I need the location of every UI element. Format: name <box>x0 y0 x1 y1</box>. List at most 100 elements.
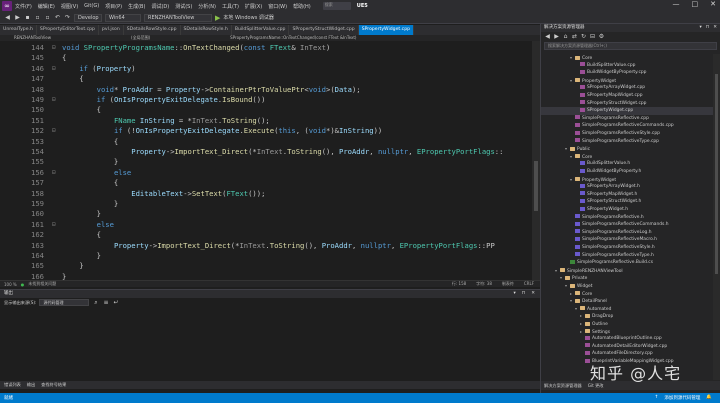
menu-item[interactable]: 扩展(X) <box>245 3 262 10</box>
code-line[interactable]: 148 void* ProAddr = Property->ContainerP… <box>0 85 530 95</box>
code-editor[interactable]: 144 ⊟ void SPropertyProgramsName::OnTextCh… <box>0 41 532 280</box>
tree-item[interactable]: ▾ DetailPanel <box>541 297 713 305</box>
pin-icon[interactable]: ▾ <box>699 24 701 32</box>
document-tab[interactable]: SPropertyEditorText.cpp <box>37 25 99 35</box>
add-to-source-control[interactable]: 添加到源代码管理 <box>664 395 700 401</box>
code-line[interactable]: 158 EditableText->SetText(FText()); <box>0 189 530 199</box>
code-line[interactable]: 159 } <box>0 199 530 209</box>
close-panel-icon[interactable]: ✕ <box>713 24 717 32</box>
settings-icon[interactable]: ⚙ <box>598 33 605 40</box>
tree-item[interactable]: SPropertyArrayWidget.h <box>541 183 713 191</box>
code-line[interactable]: 146 ⊟ if (Property) <box>0 64 530 74</box>
tree-item[interactable]: ▾ Core <box>541 153 713 161</box>
tree-item[interactable]: ▸ Settings <box>541 328 713 336</box>
menu-item[interactable]: 项目(P) <box>105 3 122 10</box>
search-box[interactable]: 搜索 <box>322 2 351 10</box>
dock-icon[interactable]: ⊓ <box>706 24 710 32</box>
tree-item[interactable]: SimpleProgramsReflective.h <box>541 214 713 222</box>
tree-item[interactable]: SimpleProgramsReflective.Build.cs <box>541 259 713 267</box>
code-line[interactable]: 144 ⊟ void SPropertyProgramsName::OnTextCh… <box>0 43 530 53</box>
fold-toggle-icon[interactable]: ⊟ <box>52 43 56 53</box>
fold-toggle-icon[interactable]: ⊟ <box>52 220 56 230</box>
close-panel-icon[interactable]: ✕ <box>531 290 535 298</box>
menu-item[interactable]: 调试(D) <box>151 3 169 10</box>
document-tab[interactable]: SPropertyWidget.cpp <box>358 25 415 35</box>
tree-item[interactable]: SPropertyStructWidget.h <box>541 198 713 206</box>
save-all-icon[interactable]: ▫ <box>44 14 51 21</box>
menu-item[interactable]: 视图(V) <box>61 3 78 10</box>
code-line[interactable]: 147 { <box>0 74 530 84</box>
tree-item[interactable]: SimpleProgramsReflectiveStyle.cpp <box>541 130 713 138</box>
editor-scroll-thumb[interactable] <box>534 161 538 211</box>
tree-item[interactable]: ▾ PropertyWidget <box>541 176 713 184</box>
document-tab[interactable]: pvl.json <box>99 25 124 35</box>
code-line[interactable]: 165 } <box>0 261 530 271</box>
tree-item[interactable]: SimpleProgramsReflectiveStyle.h <box>541 244 713 252</box>
back-icon[interactable]: ◀ <box>544 33 551 40</box>
collapse-all-icon[interactable]: ⊟ <box>589 33 596 40</box>
tab-solution-explorer[interactable]: 解决方案资源管理器 <box>544 381 582 390</box>
solution-search-input[interactable]: 搜索解决方案资源管理器(Ctrl+;) <box>544 42 717 50</box>
fold-toggle-icon[interactable]: ⊟ <box>52 168 56 178</box>
code-line[interactable]: 164 } <box>0 251 530 261</box>
sync-icon[interactable]: ⇄ <box>571 33 578 40</box>
fold-toggle-icon[interactable]: ⊟ <box>52 95 56 105</box>
menu-item[interactable]: 文件(F) <box>15 3 32 10</box>
fold-toggle-icon[interactable]: ⊟ <box>52 64 56 74</box>
tab-output[interactable]: 输出 <box>27 381 35 389</box>
code-line[interactable]: 151 FName InString = *InText.ToString(); <box>0 116 530 126</box>
code-line[interactable]: 152 ⊟ if (!OnIsPropertyExitDelegate.Execu… <box>0 126 530 136</box>
menu-item[interactable]: Git(G) <box>84 3 99 10</box>
tree-item[interactable]: SimpleProgramsReflectiveType.h <box>541 252 713 260</box>
tree-item[interactable]: ▾ Public <box>541 145 713 153</box>
startup-project-dropdown[interactable]: RENZHANToolView <box>144 13 212 22</box>
refresh-icon[interactable]: ↻ <box>580 33 587 40</box>
tree-item[interactable]: AutomatedFileDirectory.cpp <box>541 350 713 358</box>
code-line[interactable]: 154 Property->ImportText_Direct(*InText.… <box>0 147 530 157</box>
clear-all-icon[interactable]: ≡ <box>102 299 109 306</box>
fold-toggle-icon[interactable]: ⊟ <box>52 126 56 136</box>
tree-item[interactable]: AutomatedBlueprintOutline.cpp <box>541 335 713 343</box>
pin-icon[interactable]: ▾ <box>513 290 515 298</box>
save-icon[interactable]: ▫ <box>34 14 41 21</box>
tree-item[interactable]: ▸ Core <box>541 290 713 298</box>
menu-item[interactable]: 测试(S) <box>175 3 192 10</box>
close-button[interactable]: ✕ <box>710 0 716 8</box>
tree-item[interactable]: SPropertyArrayWidget.cpp <box>541 84 713 92</box>
tree-item[interactable]: BuildSplitterValue.cpp <box>541 62 713 70</box>
back-icon[interactable]: ◀ <box>4 14 11 21</box>
code-line[interactable]: 155 } <box>0 157 530 167</box>
tree-item[interactable]: SPropertyStructWidget.cpp <box>541 100 713 108</box>
solution-scrollbar[interactable] <box>713 54 720 380</box>
notification-icon[interactable]: 🔔 <box>706 395 712 401</box>
menu-item[interactable]: 工具(T) <box>222 3 239 10</box>
menu-item[interactable]: 生成(B) <box>128 3 145 10</box>
minimize-button[interactable]: — <box>673 0 680 8</box>
document-tab[interactable]: SDetailsRowStyle.h <box>181 25 232 35</box>
redo-icon[interactable]: ↷ <box>64 14 71 21</box>
tree-item[interactable]: ▾ Core <box>541 54 713 62</box>
tree-item[interactable]: ▾ Automated <box>541 305 713 313</box>
tree-item[interactable]: SPropertyMapWidget.cpp <box>541 92 713 100</box>
home-icon[interactable]: ⌂ <box>562 33 569 40</box>
document-tab[interactable]: SDetailsRowStyle.cpp <box>124 25 181 35</box>
code-line[interactable]: 149 ⊟ if (OnIsPropertyExitDelegate.IsBoun… <box>0 95 530 105</box>
menu-item[interactable]: 窗口(W) <box>268 3 287 10</box>
platform-dropdown[interactable]: Win64 <box>105 13 141 22</box>
tree-item[interactable]: ▾ Widget <box>541 282 713 290</box>
forward-icon[interactable]: ▶ <box>14 14 21 21</box>
code-line[interactable]: 162 { <box>0 230 530 240</box>
maximize-button[interactable]: □ <box>692 0 699 8</box>
tree-item[interactable]: SimpleProgramsReflectiveCommands.cpp <box>541 122 713 130</box>
forward-icon[interactable]: ▶ <box>553 33 560 40</box>
tree-item[interactable]: BuildWidgetByProperty.cpp <box>541 69 713 77</box>
configuration-dropdown[interactable]: Develop <box>74 13 102 22</box>
tree-item[interactable]: SimpleProgramsReflectiveCommands.h <box>541 221 713 229</box>
tree-item[interactable]: SimpleProgramsReflectiveType.cpp <box>541 138 713 146</box>
tree-item[interactable]: SimpleProgramsReflectiveLog.h <box>541 229 713 237</box>
tree-item[interactable]: BuildWidgetByProperty.h <box>541 168 713 176</box>
tree-item[interactable]: ▸ Outline <box>541 320 713 328</box>
indent-mode[interactable]: 制表符 <box>502 281 514 287</box>
run-button-label[interactable]: 本地 Windows 调试器 <box>223 14 274 21</box>
zoom-level[interactable]: 100 % <box>4 282 17 287</box>
